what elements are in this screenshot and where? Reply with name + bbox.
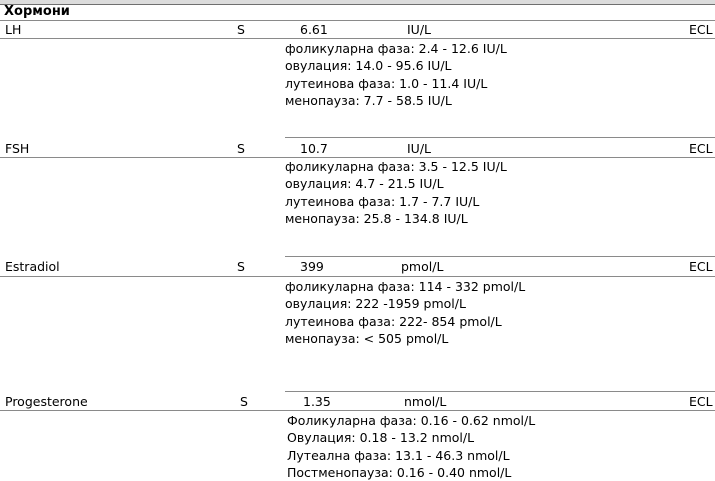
value-rule — [285, 256, 715, 257]
reference-line: менопауза: 25.8 - 134.8 IU/L — [285, 210, 468, 226]
reference-line: лутеинова фаза: 1.7 - 7.7 IU/L — [285, 193, 480, 209]
sample-type: S — [237, 141, 245, 156]
method: ECL — [689, 259, 713, 274]
test-name: FSH — [5, 141, 30, 156]
reference-line: Лутеална фаза: 13.1 - 46.3 nmol/L — [287, 447, 510, 463]
header-rule — [0, 4, 715, 5]
section-title: Хормони — [4, 4, 70, 19]
test-name: Progesterone — [5, 394, 88, 409]
result-unit: pmol/L — [401, 259, 444, 274]
reference-line: овулация: 4.7 - 21.5 IU/L — [285, 176, 444, 192]
reference-line: менопауза: 7.7 - 58.5 IU/L — [285, 92, 452, 108]
value-rule — [285, 137, 715, 138]
reference-line: фоликуларна фаза: 114 - 332 pmol/L — [285, 279, 526, 294]
result-value: 6.61 — [300, 22, 328, 37]
reference-line: Фоликуларна фаза: 0.16 - 0.62 nmol/L — [287, 413, 536, 428]
sample-type: S — [237, 22, 245, 37]
reference-line: фоликуларна фаза: 2.4 - 12.6 IU/L — [285, 41, 507, 56]
reference-range: фоликуларна фаза: 114 - 332 pmol/L овула… — [285, 278, 525, 347]
result-value: 10.7 — [300, 141, 328, 156]
value-rule — [285, 391, 715, 392]
method: ECL — [689, 394, 713, 409]
row-divider — [0, 276, 715, 277]
row-divider — [0, 410, 715, 411]
sample-type: S — [240, 394, 248, 409]
section-title-rule — [0, 20, 715, 21]
method: ECL — [689, 22, 713, 37]
test-name: LH — [5, 22, 22, 37]
reference-line: менопауза: < 505 pmol/L — [285, 330, 449, 346]
result-unit: nmol/L — [404, 394, 447, 409]
method: ECL — [689, 141, 713, 156]
reference-range: фоликуларна фаза: 3.5 - 12.5 IU/L овулац… — [285, 158, 507, 227]
reference-line: лутеинова фаза: 222- 854 pmol/L — [285, 313, 502, 329]
reference-line: Постменопауза: 0.16 - 0.40 nmol/L — [287, 464, 512, 480]
result-value: 1.35 — [303, 394, 331, 409]
reference-range: Фоликуларна фаза: 0.16 - 0.62 nmol/L Ову… — [287, 412, 535, 481]
sample-type: S — [237, 259, 245, 274]
result-value: 399 — [300, 259, 324, 274]
reference-line: лутеинова фаза: 1.0 - 11.4 IU/L — [285, 75, 488, 91]
reference-line: Овулация: 0.18 - 13.2 nmol/L — [287, 430, 475, 446]
reference-line: овулация: 222 -1959 pmol/L — [285, 296, 466, 312]
reference-line: овулация: 14.0 - 95.6 IU/L — [285, 58, 452, 74]
result-unit: IU/L — [407, 22, 432, 37]
result-unit: IU/L — [407, 141, 432, 156]
row-divider — [0, 38, 715, 39]
reference-line: фоликуларна фаза: 3.5 - 12.5 IU/L — [285, 159, 507, 174]
test-name: Estradiol — [5, 259, 60, 274]
reference-range: фоликуларна фаза: 2.4 - 12.6 IU/L овулац… — [285, 40, 507, 109]
